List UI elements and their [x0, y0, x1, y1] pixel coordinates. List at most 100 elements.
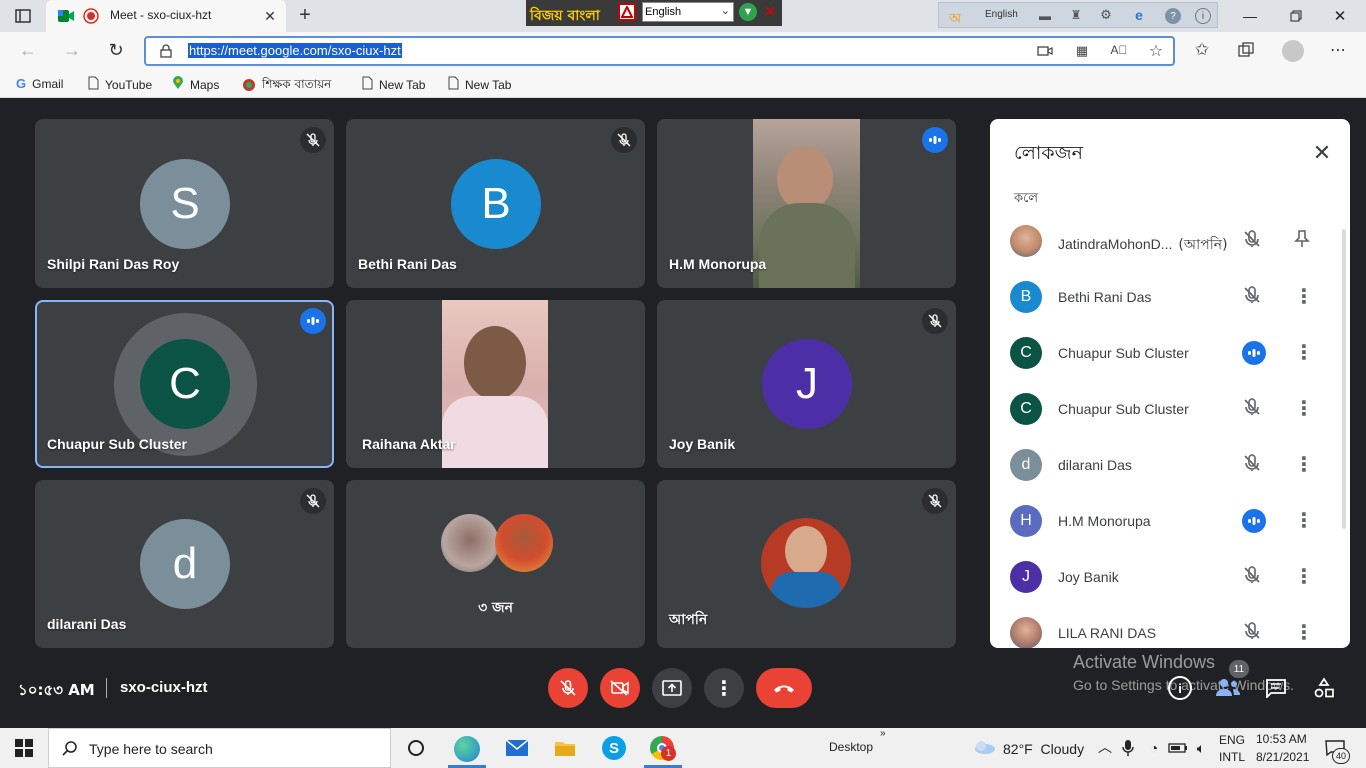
address-bar[interactable]: https://meet.google.com/sxo-ciux-hzt ▦ A…	[144, 36, 1175, 66]
help-icon[interactable]: ?	[1165, 8, 1181, 24]
toolbar-chevron-icon[interactable]: »	[880, 728, 886, 739]
edge-icon[interactable]	[454, 736, 480, 762]
bookmark-maps[interactable]: Maps	[172, 76, 219, 93]
lock-icon[interactable]	[158, 43, 174, 59]
new-tab-icon[interactable]: +	[294, 4, 316, 26]
chat-icon[interactable]	[1264, 676, 1288, 700]
input-layout[interactable]: INTL	[1219, 750, 1245, 764]
more-options-icon[interactable]: ⋯	[1328, 40, 1348, 60]
mic-off-icon[interactable]	[1242, 229, 1266, 253]
people-list-item[interactable]: LILA RANI DAS ⋮	[1010, 613, 1330, 648]
camera-blocked-icon[interactable]	[1036, 43, 1054, 59]
desktop-toolbar-label[interactable]: Desktop	[829, 740, 873, 754]
camera-toggle-button[interactable]	[600, 668, 640, 708]
close-tool-icon[interactable]: ✕	[761, 2, 779, 22]
participant-tile[interactable]: J Joy Banik	[657, 300, 956, 468]
self-tile[interactable]: আপনি	[657, 480, 956, 648]
activities-icon[interactable]	[1312, 676, 1336, 700]
forward-icon[interactable]: →	[62, 40, 82, 60]
meeting-details-icon[interactable]: i	[1168, 676, 1192, 700]
tab-actions-icon[interactable]	[14, 7, 32, 25]
keyboard-icon[interactable]: ▬	[1037, 9, 1053, 23]
close-tab-icon[interactable]: ✕	[262, 8, 278, 24]
bookmark-youtube[interactable]: YouTube	[88, 76, 152, 93]
participant-tile[interactable]: B Bethi Rani Das	[346, 119, 645, 288]
skype-icon[interactable]: S	[602, 736, 626, 760]
more-vert-icon[interactable]: ⋮	[1292, 341, 1316, 365]
profile-avatar[interactable]	[1282, 40, 1304, 62]
browser-tab[interactable]: Meet - sxo-ciux-hzt ✕	[46, 0, 286, 32]
clock-time[interactable]: 10:53 AM	[1256, 732, 1307, 746]
add-favorite-icon[interactable]: ☆	[1146, 41, 1166, 61]
participant-tile[interactable]: d dilarani Das	[35, 480, 334, 648]
participant-tile[interactable]: Raihana Aktar	[346, 300, 645, 468]
leave-call-button[interactable]	[756, 668, 812, 708]
restore-icon[interactable]	[1286, 6, 1306, 26]
back-icon[interactable]: ←	[18, 40, 38, 60]
input-language[interactable]: ENG	[1219, 733, 1245, 747]
people-list-item[interactable]: B Bethi Rani Das ⋮	[1010, 277, 1330, 317]
more-options-button[interactable]: ⋮	[704, 668, 744, 708]
people-list-item[interactable]: C Chuapur Sub Cluster ⋮	[1010, 389, 1330, 429]
more-vert-icon[interactable]: ⋮	[1292, 509, 1316, 533]
people-list-item[interactable]: C Chuapur Sub Cluster ⋮	[1010, 333, 1330, 373]
bookmark-new-tab-1[interactable]: New Tab	[362, 76, 425, 93]
minimize-icon[interactable]: —	[1240, 6, 1260, 26]
participant-tile[interactable]: H.M Monorupa	[657, 119, 956, 288]
pin-icon[interactable]	[1292, 229, 1316, 253]
close-window-icon[interactable]: ✕	[1330, 6, 1350, 26]
info-icon[interactable]: i	[1195, 8, 1211, 24]
more-vert-icon[interactable]: ⋮	[1292, 397, 1316, 421]
mail-icon[interactable]	[504, 738, 530, 758]
favorites-icon[interactable]: ✩	[1192, 40, 1212, 60]
mic-off-icon[interactable]	[1242, 565, 1266, 589]
battery-icon[interactable]	[1168, 740, 1188, 756]
bookmark-shikkhok-batayon[interactable]: শিক্ষক বাতায়ন	[242, 76, 331, 96]
more-vert-icon[interactable]: ⋮	[1292, 285, 1316, 309]
tray-chevron-up-icon[interactable]: ︿	[1096, 738, 1114, 756]
more-vert-icon[interactable]: ⋮	[1292, 565, 1316, 589]
ime-bangla-char[interactable]: অ	[949, 7, 961, 31]
read-aloud-icon[interactable]: A᪲	[1110, 42, 1128, 58]
participant-tile[interactable]: C Chuapur Sub Cluster	[35, 300, 334, 468]
volume-icon[interactable]: 🔈︎	[1192, 738, 1210, 758]
url-text[interactable]: https://meet.google.com/sxo-ciux-hzt	[188, 43, 402, 58]
speaking-indicator-icon[interactable]	[1242, 509, 1266, 533]
ime-language[interactable]: English	[985, 9, 1018, 20]
mic-off-icon[interactable]	[1242, 397, 1266, 421]
bookmark-gmail[interactable]: G Gmail	[16, 76, 63, 91]
scrollbar[interactable]	[1342, 229, 1346, 529]
speaking-indicator-icon[interactable]	[1242, 341, 1266, 365]
mic-off-icon[interactable]	[1242, 285, 1266, 309]
people-list-item[interactable]: H H.M Monorupa ⋮	[1010, 501, 1330, 541]
present-screen-button[interactable]	[652, 668, 692, 708]
people-list-item[interactable]: J Joy Banik ⋮	[1010, 557, 1330, 597]
gear-icon[interactable]: ⚙	[1099, 7, 1113, 22]
browser-e-icon[interactable]: e	[1131, 7, 1147, 23]
mic-toggle-button[interactable]	[548, 668, 588, 708]
collections-icon[interactable]	[1236, 40, 1256, 60]
bookmark-new-tab-2[interactable]: New Tab	[448, 76, 511, 93]
others-tile[interactable]: ৩ জন	[346, 480, 645, 648]
participant-tile[interactable]: S Shilpi Rani Das Roy	[35, 119, 334, 288]
more-vert-icon[interactable]: ⋮	[1292, 453, 1316, 477]
mic-off-icon[interactable]	[1242, 621, 1266, 645]
apps-grid-icon[interactable]: ▦	[1074, 43, 1090, 59]
more-vert-icon[interactable]: ⋮	[1292, 621, 1316, 645]
weather-text[interactable]: 82°F Cloudy	[1003, 741, 1084, 757]
file-explorer-icon[interactable]	[553, 738, 577, 758]
people-list-item[interactable]: d dilarani Das ⋮	[1010, 445, 1330, 485]
task-view-icon[interactable]	[406, 738, 426, 758]
reload-icon[interactable]: ↻	[106, 40, 126, 60]
keyboard-language-select[interactable]: English ⌄	[642, 2, 734, 22]
microphone-icon[interactable]	[1120, 738, 1136, 758]
windows-start-icon[interactable]	[14, 738, 34, 758]
download-icon[interactable]: ▼	[739, 3, 757, 21]
people-list-item[interactable]: JatindraMohonD... (আপনি)	[1010, 221, 1330, 261]
chess-icon[interactable]: ♜	[1069, 8, 1083, 22]
network-icon[interactable]: ◔	[1145, 738, 1163, 758]
taskbar-search[interactable]: Type here to search	[48, 728, 391, 768]
close-panel-icon[interactable]: ✕	[1308, 139, 1336, 167]
clock-date[interactable]: 8/21/2021	[1256, 750, 1309, 764]
mic-off-icon[interactable]	[1242, 453, 1266, 477]
